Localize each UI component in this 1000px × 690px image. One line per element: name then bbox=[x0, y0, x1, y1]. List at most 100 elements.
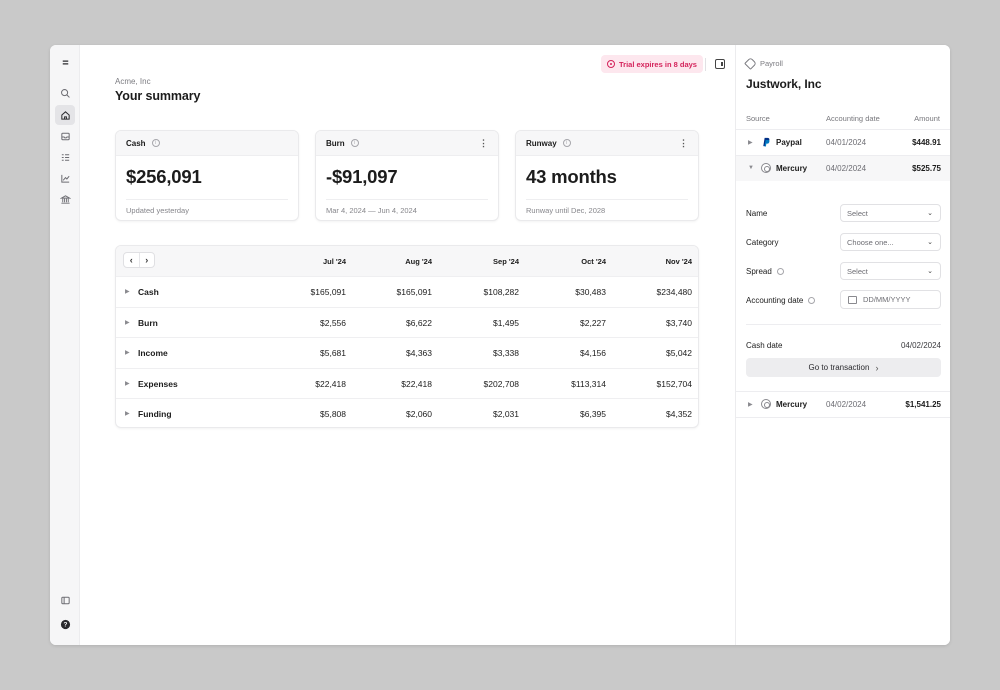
table-cell: $30,483 bbox=[575, 287, 606, 297]
category-select-value: Choose one... bbox=[847, 237, 894, 247]
table-row[interactable]: ▶ Cash $165,091 $165,091 $108,282 $30,48… bbox=[116, 276, 698, 307]
table-cell: $2,060 bbox=[406, 409, 432, 419]
table-cell: $5,808 bbox=[320, 409, 346, 419]
column-header: Jul '24 bbox=[322, 257, 346, 266]
category-label: Category bbox=[746, 238, 778, 247]
panel-toggle-icon[interactable] bbox=[715, 59, 725, 69]
more-options-icon[interactable]: ⋮ bbox=[479, 138, 488, 148]
table-row[interactable]: ▶ Expenses $22,418 $22,418 $202,708 $113… bbox=[116, 367, 698, 399]
info-icon[interactable] bbox=[808, 297, 816, 304]
expand-caret-icon[interactable]: ▶ bbox=[125, 380, 130, 387]
category-tag: Payroll bbox=[744, 57, 783, 70]
table-cell: $5,681 bbox=[320, 348, 346, 358]
expand-caret-icon[interactable]: ▶ bbox=[125, 288, 130, 295]
accounting-date-input[interactable]: DD/MM/YYYY bbox=[840, 290, 941, 309]
card-header: Runway i ⋮ bbox=[516, 131, 698, 156]
spread-label: Spread bbox=[746, 267, 784, 276]
more-options-icon[interactable]: ⋮ bbox=[679, 138, 688, 148]
table-cell: $3,338 bbox=[493, 348, 519, 358]
card-header: Cash i bbox=[116, 131, 298, 156]
transaction-date: 04/02/2024 bbox=[826, 400, 867, 409]
card-footer: Mar 4, 2024 — Jun 4, 2024 bbox=[326, 206, 417, 215]
table-cell: $2,031 bbox=[493, 409, 519, 419]
chart-icon[interactable] bbox=[55, 168, 75, 188]
paypal-icon bbox=[763, 137, 770, 147]
table-row[interactable]: ▶ Funding $5,808 $2,060 $2,031 $6,395 $4… bbox=[116, 398, 698, 427]
tag-label: Payroll bbox=[760, 59, 783, 68]
svg-text:?: ? bbox=[63, 621, 67, 628]
info-icon[interactable]: i bbox=[562, 139, 571, 147]
bank-icon[interactable] bbox=[55, 189, 75, 209]
date-placeholder: DD/MM/YYYY bbox=[863, 295, 911, 304]
name-label-text: Name bbox=[746, 209, 768, 218]
expand-caret-icon[interactable]: ▶ bbox=[748, 401, 753, 408]
divider bbox=[326, 199, 488, 200]
inbox-icon[interactable] bbox=[55, 126, 75, 146]
prev-period-button[interactable]: ‹ bbox=[124, 253, 140, 267]
detail-panel: Payroll Justwork, Inc Source Accounting … bbox=[735, 45, 950, 645]
expand-caret-icon[interactable]: ▶ bbox=[748, 139, 753, 146]
panel-icon[interactable] bbox=[55, 590, 75, 610]
collapse-caret-icon[interactable]: ▼ bbox=[748, 165, 754, 171]
table-cell: $108,282 bbox=[483, 287, 519, 297]
category-select[interactable]: Choose one... ⌄ bbox=[840, 233, 941, 251]
company-name: Acme, Inc bbox=[115, 77, 151, 86]
category-label-text: Category bbox=[746, 238, 779, 247]
search-icon[interactable] bbox=[55, 83, 75, 103]
cash-date-row: Cash date 04/02/2024 bbox=[746, 341, 941, 350]
row-label: Expenses bbox=[138, 378, 178, 389]
column-header: Aug '24 bbox=[405, 257, 432, 266]
table-row[interactable]: ▶ Income $5,681 $4,363 $3,338 $4,156 $5,… bbox=[116, 337, 698, 368]
table-cell: $22,418 bbox=[315, 378, 346, 389]
info-icon[interactable]: i bbox=[151, 139, 160, 147]
chevron-down-icon: ⌄ bbox=[927, 210, 933, 217]
next-period-button[interactable]: › bbox=[140, 253, 155, 267]
menu-icon[interactable] bbox=[55, 52, 75, 72]
info-icon[interactable]: i bbox=[350, 139, 359, 147]
summary-table: ‹ › Jul '24 Aug '24 Sep '24 Oct '24 Nov … bbox=[115, 245, 699, 428]
expand-caret-icon[interactable]: ▶ bbox=[125, 410, 130, 417]
expand-caret-icon[interactable]: ▶ bbox=[125, 349, 130, 356]
table-cell: $1,495 bbox=[493, 317, 519, 328]
row-label: Income bbox=[138, 348, 168, 358]
chevron-right-icon: › bbox=[875, 362, 879, 373]
cash-date-value: 04/02/2024 bbox=[900, 341, 941, 350]
expand-caret-icon[interactable]: ▶ bbox=[125, 319, 130, 326]
calendar-icon bbox=[848, 296, 857, 304]
card-footer: Updated yesterday bbox=[126, 206, 189, 215]
card-title: Cash bbox=[126, 138, 146, 148]
list-icon[interactable] bbox=[55, 147, 75, 167]
table-cell: $165,091 bbox=[310, 287, 346, 297]
app-window: ? Trial expires in 8 days Acme, Inc Your… bbox=[50, 45, 950, 645]
trial-badge[interactable]: Trial expires in 8 days bbox=[601, 55, 703, 73]
tag-icon bbox=[744, 57, 757, 70]
accounting-date-label: Accounting date bbox=[746, 296, 816, 305]
info-icon[interactable] bbox=[776, 268, 784, 275]
name-select[interactable]: Select ⌄ bbox=[840, 204, 941, 222]
transaction-row-expanded[interactable]: ▼ Mercury 04/02/2024 $525.75 bbox=[736, 156, 950, 181]
spread-label-text: Spread bbox=[746, 267, 772, 276]
table-row[interactable]: ▶ Burn $2,556 $6,622 $1,495 $2,227 $3,74… bbox=[116, 306, 698, 338]
row-label: Burn bbox=[138, 317, 158, 328]
card-value: -$91,097 bbox=[326, 166, 398, 187]
go-to-transaction-button[interactable]: Go to transaction › bbox=[746, 358, 941, 377]
source-header: Source bbox=[746, 114, 770, 123]
divider bbox=[526, 199, 688, 200]
transaction-row[interactable]: ▶ Mercury 04/02/2024 $1,541.25 bbox=[736, 392, 950, 417]
go-to-transaction-label: Go to transaction bbox=[808, 363, 870, 372]
burn-card: Burn i ⋮ -$91,097 Mar 4, 2024 — Jun 4, 2… bbox=[315, 130, 499, 221]
table-cell: $4,363 bbox=[406, 348, 432, 358]
table-cell: $6,395 bbox=[580, 409, 606, 419]
table-header: ‹ › Jul '24 Aug '24 Sep '24 Oct '24 Nov … bbox=[116, 246, 698, 276]
home-icon[interactable] bbox=[55, 105, 75, 125]
table-cell: $22,418 bbox=[401, 378, 432, 389]
date-header: Accounting date bbox=[826, 114, 880, 123]
spread-select[interactable]: Select ⌄ bbox=[840, 262, 941, 280]
help-icon[interactable]: ? bbox=[55, 614, 75, 634]
transaction-row[interactable]: ▶ Paypal 04/01/2024 $448.91 bbox=[736, 130, 950, 155]
column-header: Nov '24 bbox=[665, 257, 692, 266]
column-header: Oct '24 bbox=[581, 257, 606, 266]
runway-card: Runway i ⋮ 43 months Runway until Dec, 2… bbox=[515, 130, 699, 221]
table-cell: $2,227 bbox=[580, 317, 606, 328]
row-label: Cash bbox=[138, 287, 159, 297]
